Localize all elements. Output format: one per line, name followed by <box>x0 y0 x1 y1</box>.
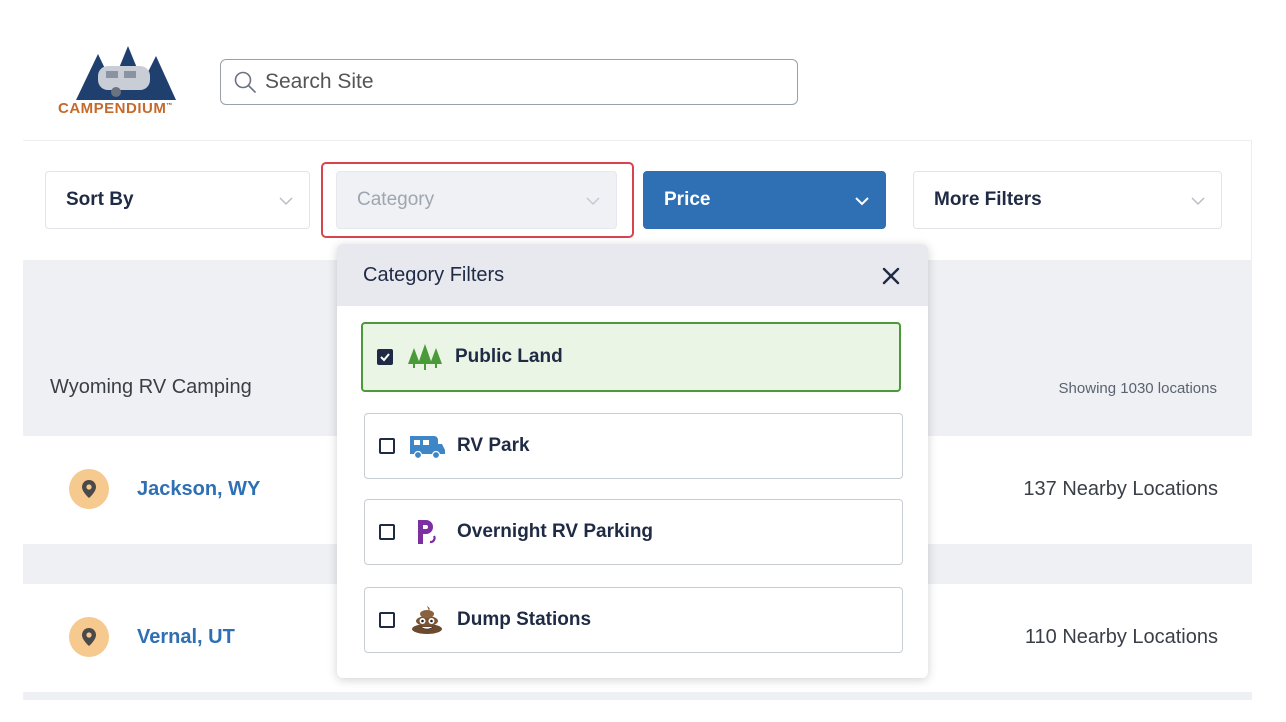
category-option-overnight-rv-parking[interactable]: Overnight RV Parking <box>364 499 903 565</box>
trees-icon <box>405 342 445 372</box>
nearby-count: 110 Nearby Locations <box>1024 626 1218 648</box>
dump-station-icon <box>407 605 447 635</box>
price-dropdown[interactable]: Price <box>643 171 886 229</box>
chevron-down-icon <box>279 197 293 206</box>
category-option-rv-park[interactable]: RV Park <box>364 413 903 479</box>
close-icon[interactable] <box>880 265 902 287</box>
search-icon <box>234 71 256 93</box>
city-link[interactable]: Vernal, UT <box>137 626 235 649</box>
list-divider <box>23 692 1252 700</box>
option-label: Overnight RV Parking <box>457 521 654 542</box>
sort-by-label: Sort By <box>66 189 134 210</box>
category-option-dump-stations[interactable]: Dump Stations <box>364 587 903 653</box>
city-link[interactable]: Jackson, WY <box>137 478 260 501</box>
results-count: Showing 1030 locations <box>1058 380 1217 397</box>
search-box[interactable] <box>220 59 798 105</box>
price-label: Price <box>664 189 711 210</box>
checkbox-checked[interactable] <box>377 349 393 365</box>
map-pin-icon <box>69 617 109 657</box>
checkbox[interactable] <box>379 612 395 628</box>
option-label: Public Land <box>455 346 563 367</box>
more-filters-dropdown[interactable]: More Filters <box>913 171 1222 229</box>
panel-header: Category Filters <box>337 244 928 306</box>
category-filters-panel: Category Filters Public Land RV Park Ove… <box>337 244 928 678</box>
category-dropdown[interactable]: Category <box>336 171 617 229</box>
map-pin-icon <box>69 469 109 509</box>
more-filters-label: More Filters <box>934 189 1042 210</box>
option-label: Dump Stations <box>457 609 592 630</box>
nearby-count: 137 Nearby Locations <box>1023 478 1218 500</box>
sort-by-dropdown[interactable]: Sort By <box>45 171 310 229</box>
chevron-down-icon <box>1191 197 1205 206</box>
logo-mountains-icon <box>76 46 176 100</box>
search-input[interactable] <box>265 70 765 94</box>
checkbox[interactable] <box>379 524 395 540</box>
checkbox[interactable] <box>379 438 395 454</box>
rv-icon <box>407 431 447 461</box>
chevron-down-icon <box>855 197 869 206</box>
campendium-logo[interactable]: CAMPENDIUM™ <box>56 44 192 124</box>
category-option-public-land[interactable]: Public Land <box>361 322 901 392</box>
option-label: RV Park <box>457 435 530 456</box>
category-label: Category <box>357 189 435 210</box>
logo-text: CAMPENDIUM™ <box>58 100 173 117</box>
chevron-down-icon <box>586 197 600 206</box>
panel-title: Category Filters <box>363 263 505 286</box>
region-title: Wyoming RV Camping <box>50 376 252 398</box>
overnight-parking-icon <box>407 517 447 547</box>
